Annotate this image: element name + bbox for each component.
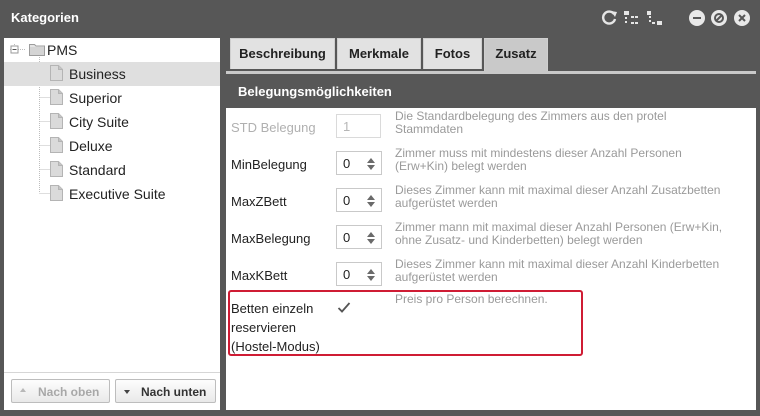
move-down-button[interactable]: Nach unten — [115, 379, 216, 403]
tree-item[interactable]: Deluxe — [4, 134, 220, 158]
folder-icon — [29, 44, 45, 56]
minbelegung-label: MinBelegung — [231, 157, 307, 172]
hostel-mode-checkbox[interactable] — [337, 301, 351, 315]
spinner-down-icon[interactable] — [367, 202, 375, 207]
panel-divider — [4, 372, 220, 373]
minimize-icon[interactable] — [689, 10, 705, 26]
tab-merkmale[interactable]: Merkmale — [337, 38, 421, 69]
maxbelegung-input[interactable]: 0 — [336, 225, 382, 249]
help-icon[interactable] — [711, 10, 727, 26]
tree-item[interactable]: Superior — [4, 86, 220, 110]
document-icon — [50, 113, 63, 129]
tree-item-label: City Suite — [69, 114, 129, 130]
spinner-down-icon[interactable] — [367, 276, 375, 281]
maxkbett-input[interactable]: 0 — [336, 262, 382, 286]
std-belegung-description: Die Standardbelegung des Zimmers aus den… — [395, 110, 755, 136]
tab-fotos[interactable]: Fotos — [423, 38, 482, 69]
tree-item[interactable]: Standard — [4, 158, 220, 182]
section-header: Belegungsmöglichkeiten — [226, 71, 756, 108]
spinner-up-icon[interactable] — [367, 195, 375, 200]
std-belegung-input: 1 — [336, 114, 381, 138]
hostel-mode-description: Preis pro Person berechnen. — [395, 292, 548, 306]
spinner-down-icon[interactable] — [367, 165, 375, 170]
collapse-icon[interactable] — [646, 9, 664, 27]
tree-item-label: Standard — [69, 162, 126, 178]
tab-bar: Beschreibung Merkmale Fotos Zusatz — [226, 38, 756, 71]
tab-zusatz[interactable]: Zusatz — [484, 38, 548, 71]
tree-root-pms[interactable]: PMS — [4, 38, 220, 62]
spinner-up-icon[interactable] — [367, 158, 375, 163]
field-value: 0 — [343, 156, 351, 171]
tree-item-label: Deluxe — [69, 138, 113, 154]
tree-root-label: PMS — [47, 42, 78, 58]
tab-beschreibung[interactable]: Beschreibung — [230, 38, 335, 69]
arrow-up-icon — [20, 388, 26, 392]
tree-item[interactable]: Business — [4, 62, 220, 86]
hostel-label-line: Betten einzeln — [231, 301, 314, 316]
field-value: 1 — [343, 119, 351, 134]
hostel-label-line: (Hostel-Modus) — [231, 339, 320, 354]
minbelegung-description: Zimmer muss mit mindestens dieser Anzahl… — [395, 147, 755, 173]
spinner-up-icon[interactable] — [367, 232, 375, 237]
arrow-down-icon — [124, 390, 130, 394]
maxbelegung-description: Zimmer mann mit maximal dieser Anzahl Pe… — [395, 221, 755, 247]
spinner-up-icon[interactable] — [367, 269, 375, 274]
document-icon — [50, 89, 63, 105]
window-titlebar: Kategorien — [0, 0, 760, 36]
field-value: 0 — [343, 267, 351, 282]
maxzbett-description: Dieses Zimmer kann mit maximal dieser An… — [395, 184, 755, 210]
tree-item[interactable]: Executive Suite — [4, 182, 220, 206]
maxzbett-label: MaxZBett — [231, 194, 287, 209]
spinner-down-icon[interactable] — [367, 239, 375, 244]
tree-item-label: Executive Suite — [69, 186, 166, 202]
tree-item-label: Business — [69, 66, 126, 82]
document-icon — [50, 185, 63, 201]
minbelegung-input[interactable]: 0 — [336, 151, 382, 175]
occupancy-form: STD Belegung 1 Die Standardbelegung des Zi… — [226, 108, 756, 410]
maxbelegung-label: MaxBelegung — [231, 231, 311, 246]
description-line: ohne Zusatz- und Kinderbetten) belegt we… — [395, 233, 643, 247]
move-up-button[interactable]: Nach oben — [11, 379, 110, 403]
description-line: aufgerüstet werden — [395, 196, 498, 210]
field-value: 0 — [343, 193, 351, 208]
close-icon[interactable] — [734, 10, 750, 26]
std-belegung-label: STD Belegung — [231, 120, 316, 135]
window-title: Kategorien — [11, 10, 79, 25]
category-tree-panel: PMS Business Superior City Suite Deluxe Stan… — [4, 38, 220, 410]
document-icon — [50, 137, 63, 153]
hostel-label-line: reservieren — [231, 320, 297, 335]
maxkbett-description: Dieses Zimmer kann mit maximal dieser An… — [395, 258, 755, 284]
tree-item[interactable]: City Suite — [4, 110, 220, 134]
hostel-mode-label: Betten einzeln reservieren (Hostel-Modus) — [231, 299, 320, 356]
refresh-icon[interactable] — [600, 9, 618, 27]
description-line: (Erw+Kin) belegt werden — [395, 159, 527, 173]
maxzbett-input[interactable]: 0 — [336, 188, 382, 212]
detail-panel: Beschreibung Merkmale Fotos Zusatz Beleg… — [226, 38, 756, 410]
field-value: 0 — [343, 230, 351, 245]
description-line: aufgerüstet werden — [395, 270, 498, 284]
expand-icon[interactable] — [622, 9, 640, 27]
document-icon — [50, 161, 63, 177]
maxkbett-label: MaxKBett — [231, 268, 288, 283]
description-line: Stammdaten — [395, 122, 464, 136]
tree-item-label: Superior — [69, 90, 122, 106]
document-icon — [50, 65, 63, 81]
